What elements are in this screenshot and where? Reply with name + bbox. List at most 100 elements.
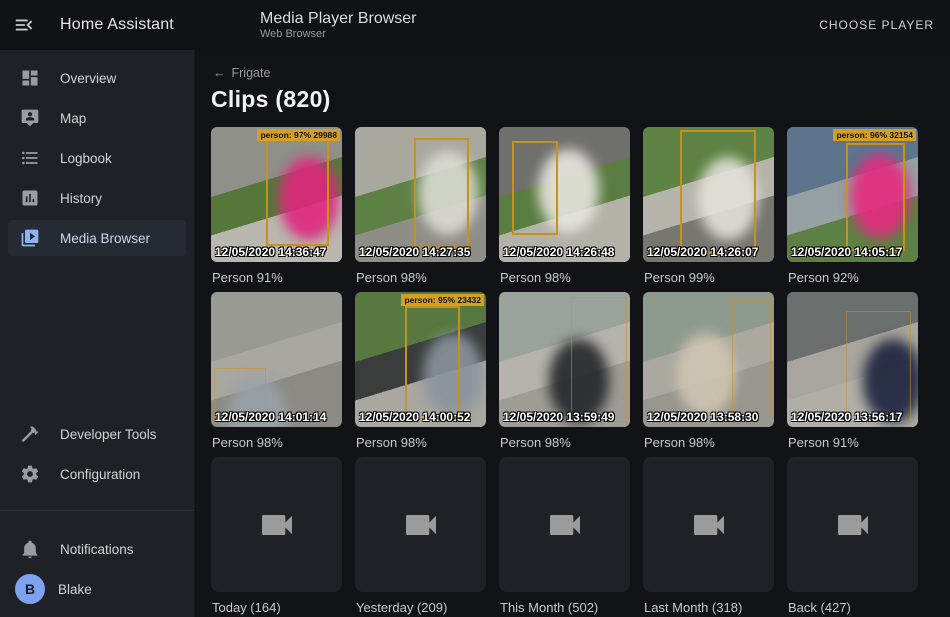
sidebar-item-notifications[interactable]: Notifications (8, 531, 186, 567)
folder-card[interactable]: Last Month (318) (643, 457, 774, 617)
clip-card[interactable]: person: 95% 23432 12/05/2020 14:00:52 Pe… (355, 292, 486, 457)
detection-label: person: 96% 32154 (833, 129, 916, 141)
clip-card[interactable]: 12/05/2020 13:59:49 Person 98% (499, 292, 630, 457)
clip-card[interactable]: 12/05/2020 14:27:35 Person 98% (355, 127, 486, 292)
video-icon (401, 505, 441, 545)
folder-thumbnail (499, 457, 630, 592)
sidebar-item-overview[interactable]: Overview (8, 60, 186, 96)
detection-box (571, 297, 627, 421)
folder-caption: Last Month (318) (643, 600, 774, 615)
clip-thumbnail: 12/05/2020 13:56:17 (787, 292, 918, 427)
detection-label: person: 95% 23432 (401, 294, 484, 306)
sidebar-toggle-button[interactable] (0, 1, 48, 49)
user-name: Blake (58, 582, 92, 597)
clip-timestamp: 12/05/2020 14:27:35 (359, 245, 470, 259)
clip-card[interactable]: 12/05/2020 14:26:07 Person 99% (643, 127, 774, 292)
sidebar-item-history[interactable]: History (8, 180, 186, 216)
video-icon (257, 505, 297, 545)
page-heading: Clips (820) (211, 86, 934, 113)
tooltip-account-icon (8, 108, 52, 128)
clip-card[interactable]: person: 96% 32154 12/05/2020 14:05:17 Pe… (787, 127, 918, 292)
sidebar-item-user[interactable]: B Blake (8, 571, 186, 607)
page-subtitle: Web Browser (260, 28, 417, 41)
video-icon (689, 505, 729, 545)
clip-caption: Person 98% (355, 270, 486, 285)
folder-card[interactable]: Back (427) (787, 457, 918, 617)
clips-grid: person: 97% 29988 12/05/2020 14:36:47 Pe… (211, 127, 934, 457)
breadcrumb-back[interactable]: ← Frigate (213, 66, 270, 80)
back-arrow-icon: ← (213, 66, 226, 80)
choose-player-button[interactable]: CHOOSE PLAYER (805, 8, 948, 42)
bell-icon (8, 539, 52, 559)
clip-caption: Person 98% (355, 435, 486, 450)
sidebar-header: Home Assistant (0, 1, 195, 49)
detection-box (846, 311, 912, 422)
play-box-multiple-icon (8, 228, 52, 248)
detection-box (680, 130, 756, 254)
app-title: Home Assistant (60, 16, 174, 34)
person-figure (676, 333, 736, 417)
clip-caption: Person 98% (643, 435, 774, 450)
clip-thumbnail: 12/05/2020 14:27:35 (355, 127, 486, 262)
top-bar: Home Assistant Media Player Browser Web … (0, 0, 950, 50)
folder-thumbnail (643, 457, 774, 592)
clip-timestamp: 12/05/2020 14:26:07 (647, 245, 758, 259)
clip-card[interactable]: person: 97% 29988 12/05/2020 14:36:47 Pe… (211, 127, 342, 292)
clip-thumbnail: 12/05/2020 14:01:14 (211, 292, 342, 427)
video-icon (833, 505, 873, 545)
sidebar-item-logbook[interactable]: Logbook (8, 140, 186, 176)
clip-timestamp: 12/05/2020 14:05:17 (791, 245, 902, 259)
clip-caption: Person 99% (643, 270, 774, 285)
video-icon (545, 505, 585, 545)
sidebar-bottom-list: Developer Tools Configuration (0, 406, 194, 502)
clip-card[interactable]: 12/05/2020 14:01:14 Person 98% (211, 292, 342, 457)
page-title-block: Media Player Browser Web Browser (260, 9, 417, 41)
detection-label: person: 97% 29988 (257, 129, 340, 141)
folder-caption: This Month (502) (499, 600, 630, 615)
clip-timestamp: 12/05/2020 13:56:17 (791, 410, 902, 424)
clip-timestamp: 12/05/2020 14:00:52 (359, 410, 470, 424)
folder-card[interactable]: Yesterday (209) (355, 457, 486, 617)
avatar: B (15, 574, 45, 604)
clip-thumbnail: 12/05/2020 14:26:48 (499, 127, 630, 262)
clip-caption: Person 98% (211, 435, 342, 450)
sidebar-item-media-browser[interactable]: Media Browser (8, 220, 186, 256)
clip-thumbnail: person: 95% 23432 12/05/2020 14:00:52 (355, 292, 486, 427)
breadcrumb-label: Frigate (232, 66, 271, 80)
list-bulleted-icon (8, 148, 52, 168)
folder-caption: Yesterday (209) (355, 600, 486, 615)
clip-caption: Person 98% (499, 270, 630, 285)
page-title: Media Player Browser (260, 9, 417, 28)
clip-timestamp: 12/05/2020 14:01:14 (215, 410, 326, 424)
clip-thumbnail: 12/05/2020 14:26:07 (643, 127, 774, 262)
clip-timestamp: 12/05/2020 13:58:30 (647, 410, 758, 424)
sidebar-nav-list: Overview Map Logbook History Media Brows… (0, 50, 194, 260)
hammer-icon (8, 424, 52, 444)
folder-thumbnail (211, 457, 342, 592)
folder-card[interactable]: This Month (502) (499, 457, 630, 617)
clip-card[interactable]: 12/05/2020 13:56:17 Person 91% (787, 292, 918, 457)
detection-box (414, 138, 469, 249)
clip-card[interactable]: 12/05/2020 13:58:30 Person 98% (643, 292, 774, 457)
folders-grid: Today (164) Yesterday (209) This Month (… (211, 457, 934, 617)
detection-box (405, 306, 460, 421)
chart-box-icon (8, 188, 52, 208)
folder-caption: Today (164) (211, 600, 342, 615)
sidebar-item-developer-tools[interactable]: Developer Tools (8, 416, 186, 452)
sidebar-item-map[interactable]: Map (8, 100, 186, 136)
sidebar-item-configuration[interactable]: Configuration (8, 456, 186, 492)
clip-caption: Person 91% (787, 435, 918, 450)
clip-thumbnail: 12/05/2020 13:58:30 (643, 292, 774, 427)
clip-card[interactable]: 12/05/2020 14:26:48 Person 98% (499, 127, 630, 292)
detection-box (732, 300, 771, 416)
folder-card[interactable]: Today (164) (211, 457, 342, 617)
sidebar: Overview Map Logbook History Media Brows… (0, 50, 195, 617)
clip-caption: Person 98% (499, 435, 630, 450)
clip-thumbnail: 12/05/2020 13:59:49 (499, 292, 630, 427)
folder-thumbnail (355, 457, 486, 592)
view-dashboard-icon (8, 68, 52, 88)
menu-open-icon (13, 14, 35, 36)
clip-thumbnail: person: 96% 32154 12/05/2020 14:05:17 (787, 127, 918, 262)
folder-caption: Back (427) (787, 600, 918, 615)
clip-timestamp: 12/05/2020 14:36:47 (215, 245, 326, 259)
